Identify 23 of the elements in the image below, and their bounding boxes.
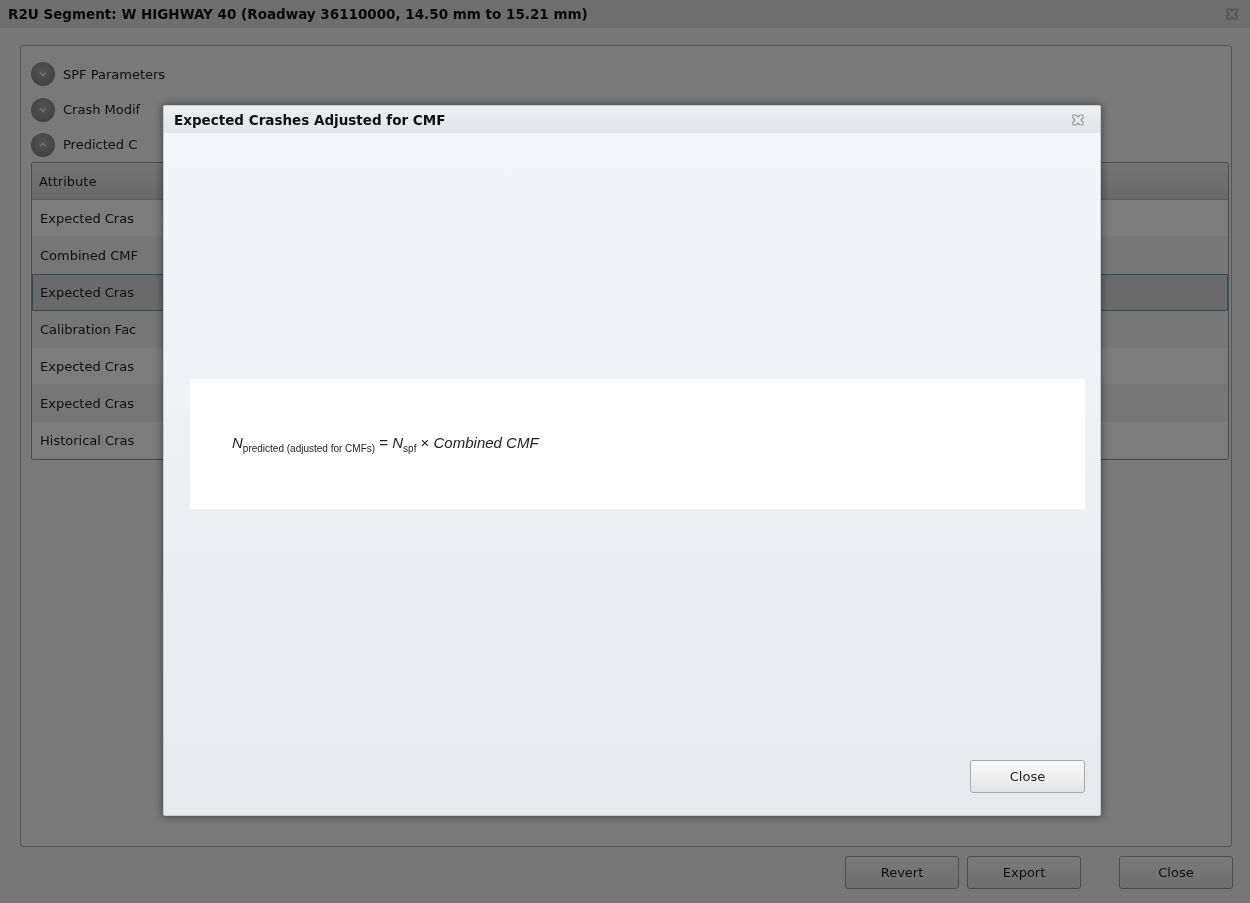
column-header[interactable]: Attribute <box>39 173 97 189</box>
section-header[interactable]: Crash Modif <box>63 102 141 117</box>
expand-icon[interactable] <box>31 97 55 122</box>
table-cell: Historical Cras <box>40 433 135 448</box>
table-cell: Expected Cras <box>40 396 134 411</box>
table-cell: Expected Cras <box>40 211 134 226</box>
expand-icon[interactable] <box>31 62 55 86</box>
table-cell: Expected Cras <box>40 359 134 374</box>
footer-button[interactable]: Export <box>967 856 1081 889</box>
footer-button[interactable]: Revert <box>845 856 959 889</box>
formula: N$_{predicted (adjusted for CMFs)}$ = N$_{spf}$ × Combined CMF <box>232 434 539 454</box>
close-icon[interactable] <box>1072 113 1084 126</box>
close-button[interactable]: Close <box>970 760 1085 793</box>
collapse-icon[interactable] <box>31 132 55 157</box>
table-cell: Calibration Fac <box>40 322 137 337</box>
footer-button[interactable]: Close <box>1119 856 1233 889</box>
dialog-title: Expected Crashes Adjusted for CMF <box>174 111 446 128</box>
window-title: R2U Segment: W HIGHWAY 40 (Roadway 36110000, 14.50 mm to 15.21 mm) <box>8 6 588 22</box>
table-cell: Combined CMF <box>40 248 138 263</box>
section-header[interactable]: SPF Parameters <box>63 66 166 82</box>
close-icon[interactable] <box>1226 8 1238 20</box>
table-cell: Expected Cras <box>40 285 134 300</box>
section-header[interactable]: Predicted C <box>63 137 138 152</box>
